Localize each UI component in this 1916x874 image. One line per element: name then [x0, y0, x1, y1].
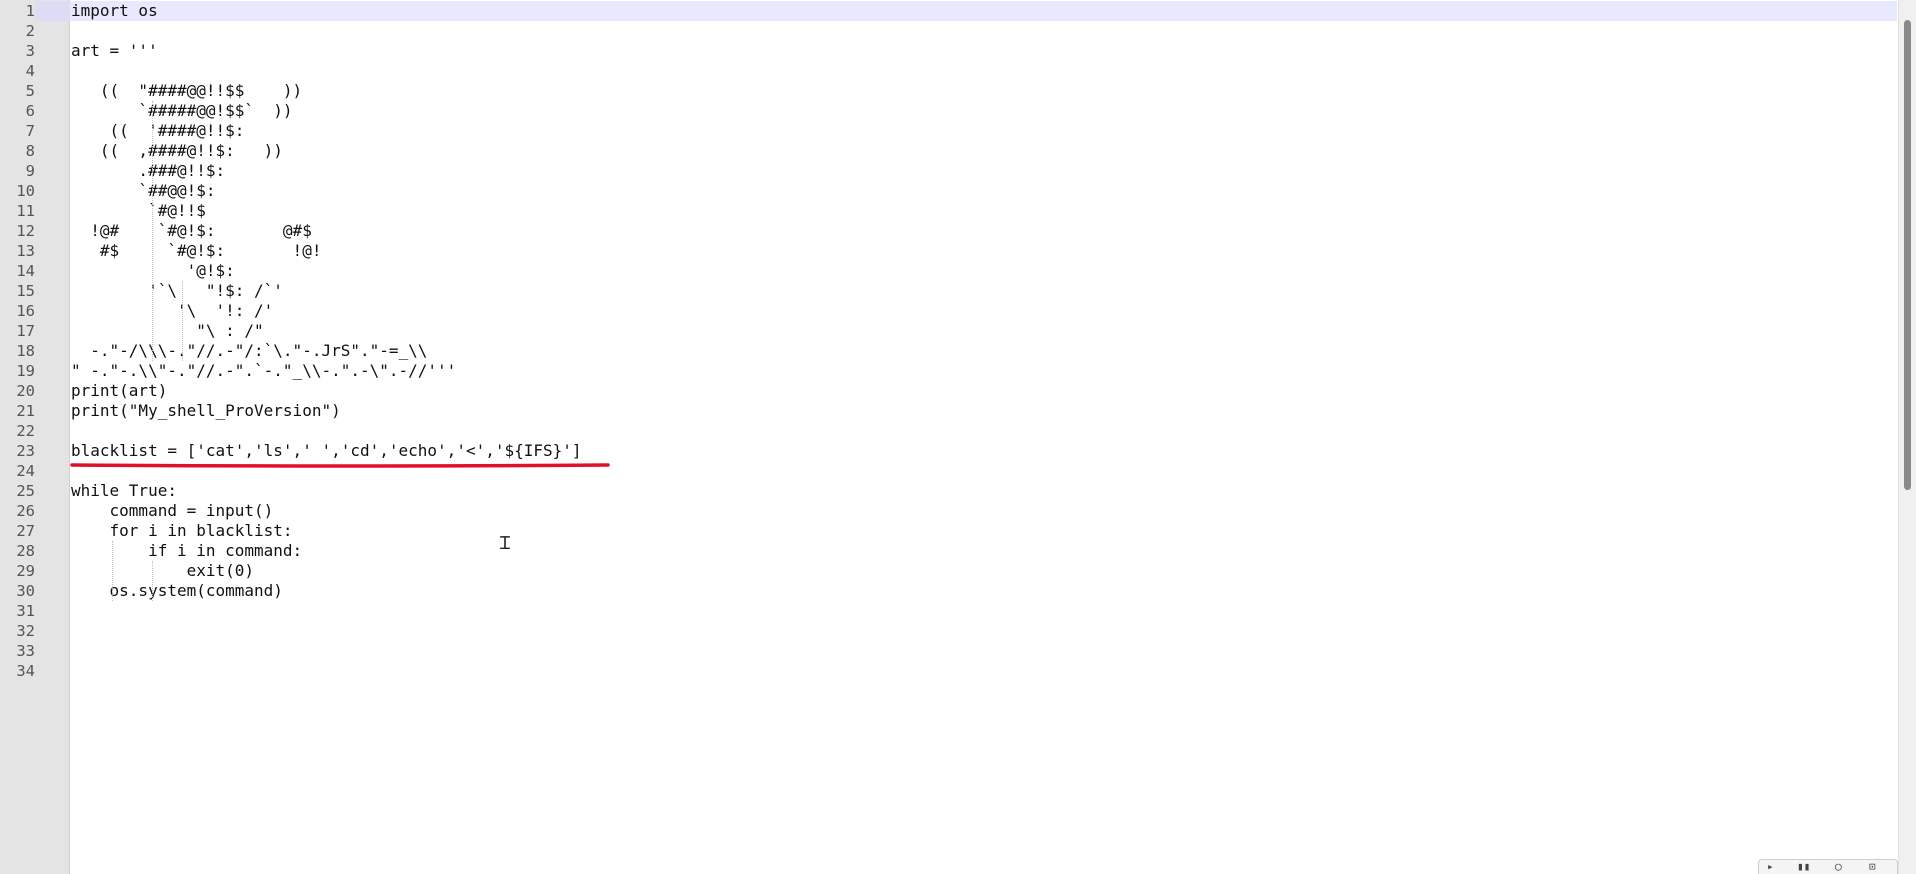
line-number: 27 [16, 522, 35, 540]
line-number: 16 [16, 302, 35, 320]
code-line[interactable]: command = input() [70, 501, 1897, 521]
code-line[interactable]: (( ,####@!!$: )) [70, 141, 1897, 161]
indent-guide [152, 101, 154, 361]
line-number: 25 [16, 482, 35, 500]
line-number: 30 [16, 582, 35, 600]
line-number: 29 [16, 562, 35, 580]
line-number: 11 [16, 202, 35, 220]
line-number: 15 [16, 282, 35, 300]
code-line[interactable]: !@# `#@!$: @#$ [70, 221, 1897, 241]
code-line[interactable]: blacklist = ['cat','ls',' ','cd','echo',… [70, 441, 1897, 461]
line-number: 19 [16, 362, 35, 380]
circle-icon[interactable]: ◯ [1835, 861, 1842, 873]
code-line[interactable]: if i in command: [70, 541, 1897, 561]
code-line[interactable]: (( "####@@!!$$ )) [70, 81, 1897, 101]
line-number: 28 [16, 542, 35, 560]
line-number: 8 [25, 142, 35, 160]
code-line[interactable] [70, 421, 1897, 441]
line-number: 6 [25, 102, 35, 120]
code-line[interactable]: import os [70, 1, 1897, 21]
code-line[interactable]: -."-/\\\-."//.-"/:`\."-.JrS"."-=_\\ [70, 341, 1897, 361]
line-number: 31 [16, 602, 35, 620]
code-line[interactable] [70, 61, 1897, 81]
line-number: 3 [25, 42, 35, 60]
code-line[interactable] [70, 601, 1897, 621]
line-number: 23 [16, 442, 35, 460]
code-line[interactable]: art = ''' [70, 41, 1897, 61]
line-number: 7 [25, 122, 35, 140]
current-line-gutter-highlight [35, 1, 70, 21]
indent-guide [182, 281, 184, 361]
line-number: 1 [25, 2, 35, 20]
line-number: 26 [16, 502, 35, 520]
code-line[interactable]: print(art) [70, 381, 1897, 401]
code-line[interactable]: for i in blacklist: [70, 521, 1897, 541]
code-line[interactable] [70, 21, 1897, 41]
line-number: 32 [16, 622, 35, 640]
line-number: 9 [25, 162, 35, 180]
code-line[interactable] [70, 461, 1897, 481]
line-number: 20 [16, 382, 35, 400]
code-line[interactable]: os.system(command) [70, 581, 1897, 601]
line-number: 2 [25, 22, 35, 40]
code-line[interactable]: `#####@@!$$` )) [70, 101, 1897, 121]
code-line[interactable]: '`\ "!$: /`' [70, 281, 1897, 301]
code-line[interactable] [70, 641, 1897, 661]
line-number: 22 [16, 422, 35, 440]
pause-icon[interactable]: ▮▮ [1797, 861, 1810, 873]
code-editor: 1 2 3 4 5 6 7 8 9 10 11 12 13 14 15 16 17 18 19 20 21 22 23 24 2… [0, 0, 1916, 874]
lock-icon[interactable]: ⊡ [1869, 861, 1876, 873]
floating-toolbar: ▸ ▮▮ ◯ ⊡ [1758, 859, 1898, 874]
code-line[interactable]: while True: [70, 481, 1897, 501]
line-number: 14 [16, 262, 35, 280]
text-cursor-icon: Ɪ [500, 533, 511, 554]
code-line[interactable]: '@!$: [70, 261, 1897, 281]
code-line[interactable]: .###@!!$: [70, 161, 1897, 181]
line-number: 24 [16, 462, 35, 480]
code-line[interactable] [70, 661, 1897, 681]
code-line[interactable]: '\ '!: /' [70, 301, 1897, 321]
code-line[interactable]: " -."-.\\"-."//.-".`-."_\\-.".-\".-//''' [70, 361, 1897, 381]
line-number: 13 [16, 242, 35, 260]
line-number: 33 [16, 642, 35, 660]
code-line[interactable]: (( '####@!!$: [70, 121, 1897, 141]
line-number: 34 [16, 662, 35, 680]
code-line[interactable]: print("My_shell_ProVersion") [70, 401, 1897, 421]
line-number: 17 [16, 322, 35, 340]
code-line[interactable] [70, 621, 1897, 641]
editor-text-area[interactable]: import os art = ''' (( "####@@!!$$ )) `##… [70, 0, 1897, 874]
line-number-gutter: 1 2 3 4 5 6 7 8 9 10 11 12 13 14 15 16 17 18 19 20 21 22 23 24 2… [0, 0, 70, 874]
code-line[interactable]: exit(0) [70, 561, 1897, 581]
play-icon[interactable]: ▸ [1767, 861, 1774, 873]
line-number: 10 [16, 182, 35, 200]
code-line[interactable]: `##@@!$: [70, 181, 1897, 201]
line-number: 18 [16, 342, 35, 360]
vertical-scrollbar[interactable] [1898, 0, 1916, 874]
line-number: 21 [16, 402, 35, 420]
scrollbar-thumb[interactable] [1904, 20, 1911, 490]
line-number: 5 [25, 82, 35, 100]
code-line[interactable]: `#@!!$ [70, 201, 1897, 221]
line-number: 12 [16, 222, 35, 240]
code-line[interactable]: #$ `#@!$: !@! [70, 241, 1897, 261]
indent-guide [152, 561, 154, 601]
code-line[interactable]: "\ : /" [70, 321, 1897, 341]
line-number: 4 [25, 62, 35, 80]
indent-guide [112, 541, 114, 601]
